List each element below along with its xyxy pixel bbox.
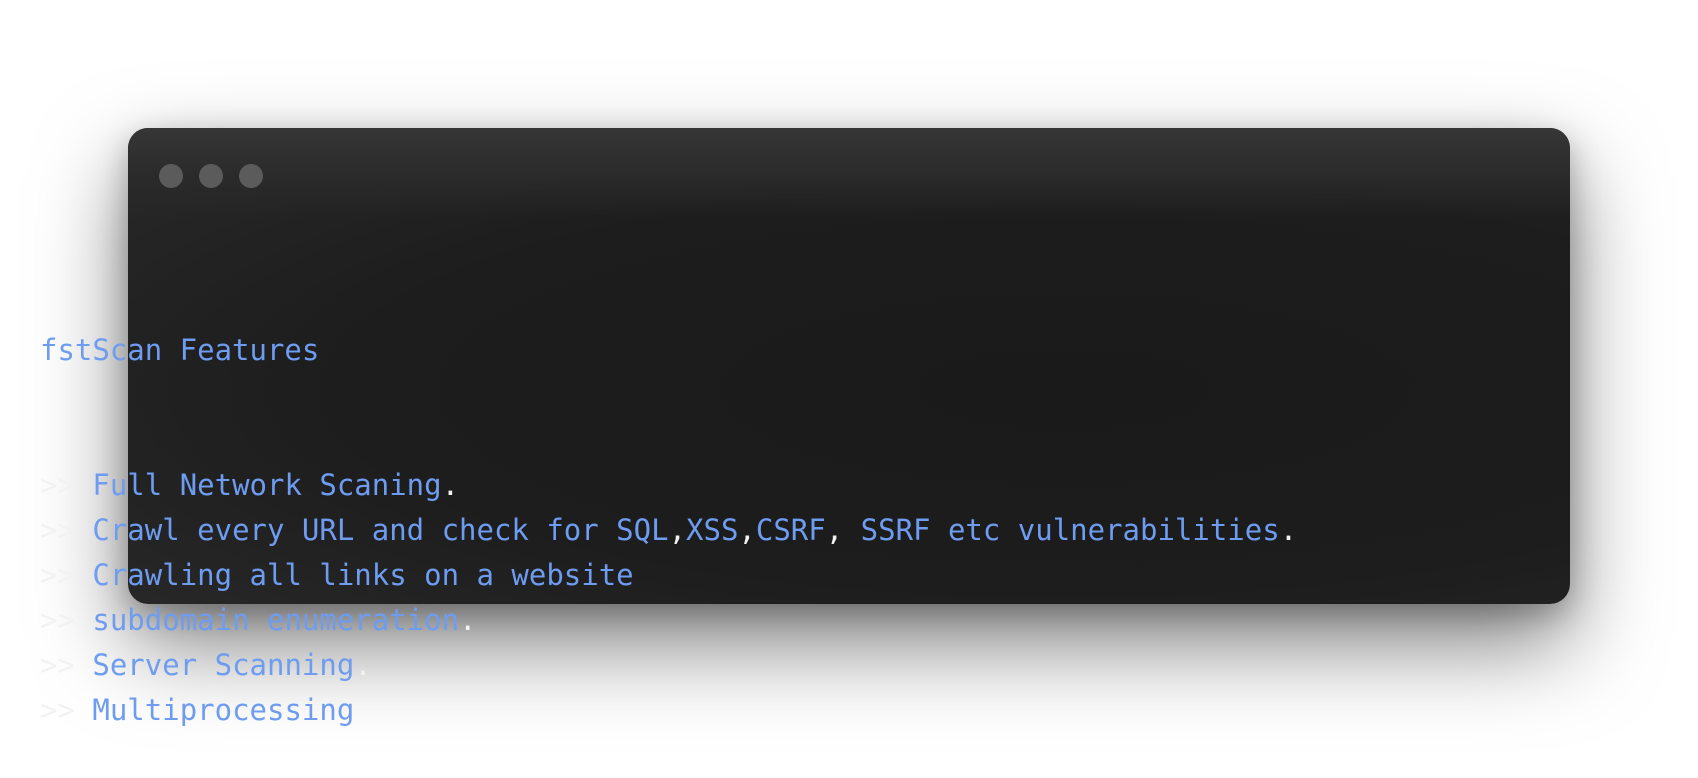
code-title: fstScan Features: [40, 333, 320, 367]
prompt-marker: >>: [40, 693, 93, 727]
feature-text: CSRF: [755, 513, 826, 547]
prompt-marker: >>: [40, 558, 93, 592]
prompt-marker: >>: [40, 468, 93, 502]
title-bar: [128, 128, 1570, 218]
feature-line: >> Server Scanning.: [40, 643, 1297, 688]
feature-list: >> Full Network Scaning. >> Crawl every U…: [40, 463, 1297, 733]
feature-text: subdomain enumeration: [92, 603, 460, 637]
punctuation: .: [1279, 513, 1298, 547]
punctuation: .: [354, 648, 372, 682]
minimize-dot-icon[interactable]: [199, 164, 223, 188]
punctuation: ,: [825, 513, 861, 547]
feature-text: Server Scanning: [92, 648, 355, 682]
punctuation: ,: [738, 513, 756, 547]
zoom-dot-icon[interactable]: [239, 164, 263, 188]
code-block: fstScan Features >> Full Network Scaning…: [40, 238, 1297, 778]
feature-line: >> subdomain enumeration.: [40, 598, 1297, 643]
close-dot-icon[interactable]: [159, 164, 183, 188]
prompt-marker: >>: [40, 648, 93, 682]
prompt-marker: >>: [40, 603, 93, 637]
feature-text: Crawling all links on a website: [92, 558, 634, 592]
feature-line: >> Full Network Scaning.: [40, 463, 1297, 508]
punctuation: .: [459, 603, 477, 637]
feature-line: >> Crawling all links on a website: [40, 553, 1297, 598]
feature-text: Full Network Scaning: [92, 468, 442, 502]
punctuation: ,: [668, 513, 687, 547]
feature-line: >> Crawl every URL and check for SQL,XSS…: [40, 508, 1297, 553]
punctuation: .: [441, 468, 460, 502]
feature-text: SSRF etc vulnerabilities: [860, 513, 1280, 547]
feature-text: XSS: [686, 513, 739, 547]
feature-text: Crawl every URL and check for SQL: [92, 513, 669, 547]
prompt-marker: >>: [40, 513, 93, 547]
feature-line: >> Multiprocessing: [40, 688, 1297, 733]
feature-text: Multiprocessing: [92, 693, 355, 727]
